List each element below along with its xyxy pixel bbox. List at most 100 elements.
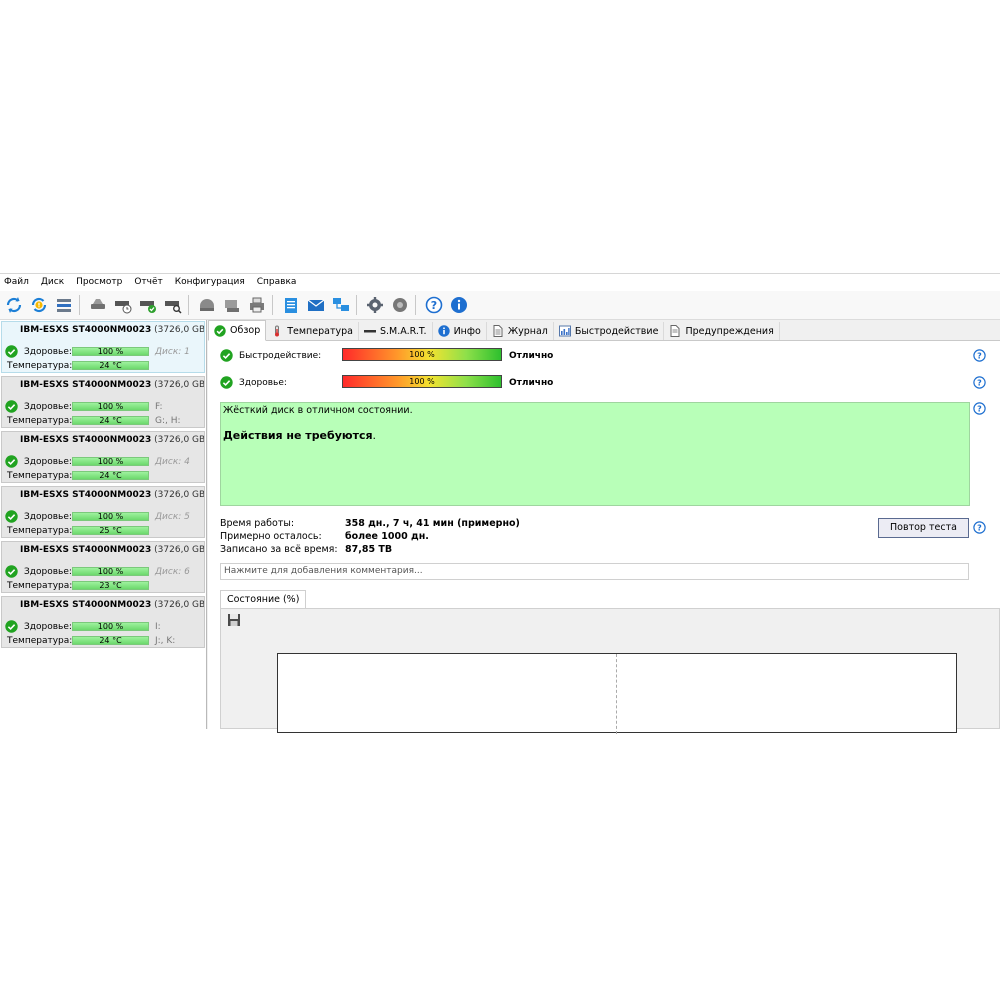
disk-tag: F: — [155, 402, 163, 412]
refresh-icon[interactable] — [3, 294, 25, 316]
temperature-label: Температура: — [7, 526, 73, 536]
disk-size: (3726,0 GB) — [154, 490, 205, 500]
speaker-icon[interactable] — [389, 294, 411, 316]
disk-list-icon[interactable] — [53, 294, 75, 316]
uptime-value: 358 дн., 7 ч, 41 мин (примерно) — [345, 518, 520, 529]
health-bar: 100 % — [72, 567, 149, 576]
tab-status-percent[interactable]: Состояние (%) — [220, 590, 307, 609]
tab-label: Журнал — [507, 325, 548, 337]
menu-configuration[interactable]: Конфигурация — [171, 274, 253, 291]
check-circle-icon — [220, 349, 233, 362]
info-icon — [437, 325, 450, 337]
disk-name: IBM-ESXS ST4000NM0023 — [20, 490, 152, 500]
disk-card[interactable]: IBM-ESXS ST4000NM0023 (3726,0 GB) Здоров… — [1, 486, 205, 538]
disk-title: IBM-ESXS ST4000NM0023 (3726,0 GB) — [20, 325, 204, 335]
tab-label: Предупреждения — [685, 325, 774, 337]
tab-warnings[interactable]: Предупреждения — [664, 322, 780, 340]
tab-label: Температура — [287, 325, 353, 337]
health-label: Здоровье: — [239, 378, 287, 388]
chart-gridline — [616, 654, 617, 734]
tab-label: Быстродействие — [574, 325, 659, 337]
tab-label: Инфо — [453, 325, 481, 337]
disk-tag: I: — [155, 622, 161, 632]
temperature-bar: 24 °C — [72, 471, 149, 480]
help-icon[interactable]: ? — [973, 349, 986, 362]
temperature-label: Температура: — [7, 636, 73, 646]
tab-log[interactable]: Журнал — [487, 322, 554, 340]
status-chart — [277, 653, 957, 734]
comment-input[interactable]: Нажмите для добавления комментария... — [220, 563, 969, 580]
disk-tag: Диск: 4 — [155, 457, 190, 467]
health-bar: 100 % — [72, 347, 149, 356]
disk-check-icon[interactable] — [137, 294, 159, 316]
toolbar: ? — [0, 291, 1000, 320]
disk-size: (3726,0 GB) — [154, 380, 205, 390]
drive-letters: G:, H: — [155, 416, 181, 426]
help-icon[interactable]: ? — [973, 521, 986, 534]
health-bar: 100 % — [72, 402, 149, 411]
temperature-bar: 23 °C — [72, 581, 149, 590]
menu-disk[interactable]: Диск — [37, 274, 72, 291]
check-circle-icon — [5, 620, 18, 633]
toolbar-separator — [79, 295, 80, 315]
disk-tag: Диск: 6 — [155, 567, 190, 577]
tab-label: S.M.A.R.T. — [379, 325, 427, 337]
help-icon[interactable]: ? — [423, 294, 445, 316]
disk-tag: Диск: 5 — [155, 512, 190, 522]
check-circle-icon — [5, 565, 18, 578]
disk-title: IBM-ESXS ST4000NM0023 (3726,0 GB) — [20, 435, 204, 445]
tab-overview[interactable]: Обзор — [208, 320, 267, 341]
temperature-label: Температура: — [7, 581, 73, 591]
tab-temperature[interactable]: Температура — [266, 322, 359, 340]
check-circle-icon — [5, 455, 18, 468]
disk-title: IBM-ESXS ST4000NM0023 (3726,0 GB) Диск — [20, 380, 205, 390]
retest-button[interactable]: Повтор теста — [878, 518, 969, 538]
help-icon[interactable]: ? — [973, 402, 986, 415]
disk-card[interactable]: IBM-ESXS ST4000NM0023 (3726,0 GB) Здоров… — [1, 321, 205, 373]
mail-icon[interactable] — [305, 294, 327, 316]
info-icon[interactable] — [448, 294, 470, 316]
disk-grey-icon[interactable] — [87, 294, 109, 316]
tab-performance[interactable]: Быстродействие — [554, 322, 665, 340]
tab-smart[interactable]: S.M.A.R.T. — [359, 322, 433, 340]
written-label: Записано за всё время: — [220, 544, 338, 555]
settings-gear-icon[interactable] — [364, 294, 386, 316]
disk-card[interactable]: IBM-ESXS ST4000NM0023 (3726,0 GB) Здоров… — [1, 541, 205, 593]
help-icon[interactable]: ? — [973, 376, 986, 389]
recommendation-tail: . — [372, 429, 377, 442]
menu-file[interactable]: Файл — [0, 274, 37, 291]
temperature-bar: 24 °C — [72, 636, 149, 645]
overview-panel: Обзор Температура S.M.A.R.T. Инфо Журнал Быст… — [208, 320, 1000, 734]
svg-text:?: ? — [977, 378, 982, 387]
disk-card[interactable]: IBM-ESXS ST4000NM0023 (3726,0 GB) Здоров… — [1, 431, 205, 483]
check-circle-icon — [5, 345, 18, 358]
menu-help[interactable]: Справка — [253, 274, 305, 291]
menu-report[interactable]: Отчёт — [130, 274, 170, 291]
disk-name: IBM-ESXS ST4000NM0023 — [20, 600, 152, 610]
disk-card[interactable]: IBM-ESXS ST4000NM0023 (3726,0 GB) Диск Зд… — [1, 376, 205, 428]
notepad-icon[interactable] — [280, 294, 302, 316]
status-message-box: Жёсткий диск в отличном состоянии. Дейст… — [220, 402, 970, 506]
menu-view[interactable]: Просмотр — [72, 274, 130, 291]
svg-text:?: ? — [977, 523, 982, 532]
toolbar-separator — [272, 295, 273, 315]
disk-title: IBM-ESXS ST4000NM0023 (3726,0 GB) Дис — [20, 600, 204, 610]
temperature-bar: 24 °C — [72, 416, 149, 425]
smart-bar-icon — [363, 325, 376, 337]
menu-bar: Файл Диск Просмотр Отчёт Конфигурация Сп… — [0, 274, 1000, 291]
drive-gear-icon[interactable] — [221, 294, 243, 316]
printer-icon[interactable] — [246, 294, 268, 316]
disk-card[interactable]: IBM-ESXS ST4000NM0023 (3726,0 GB) Дис Здо… — [1, 596, 205, 648]
refresh-warning-icon[interactable] — [28, 294, 50, 316]
disk-search-icon[interactable] — [162, 294, 184, 316]
disk-title: IBM-ESXS ST4000NM0023 (3726,0 GB) — [20, 545, 204, 555]
network-icon[interactable] — [330, 294, 352, 316]
health-bar: 100 % — [342, 375, 502, 388]
disk-clock-icon[interactable] — [112, 294, 134, 316]
tab-info[interactable]: Инфо — [433, 322, 487, 340]
drive-icon[interactable] — [196, 294, 218, 316]
health-label: Здоровье: — [24, 457, 72, 467]
check-circle-icon — [214, 324, 226, 337]
tab-label: Обзор — [230, 325, 261, 336]
save-icon[interactable] — [227, 613, 241, 627]
